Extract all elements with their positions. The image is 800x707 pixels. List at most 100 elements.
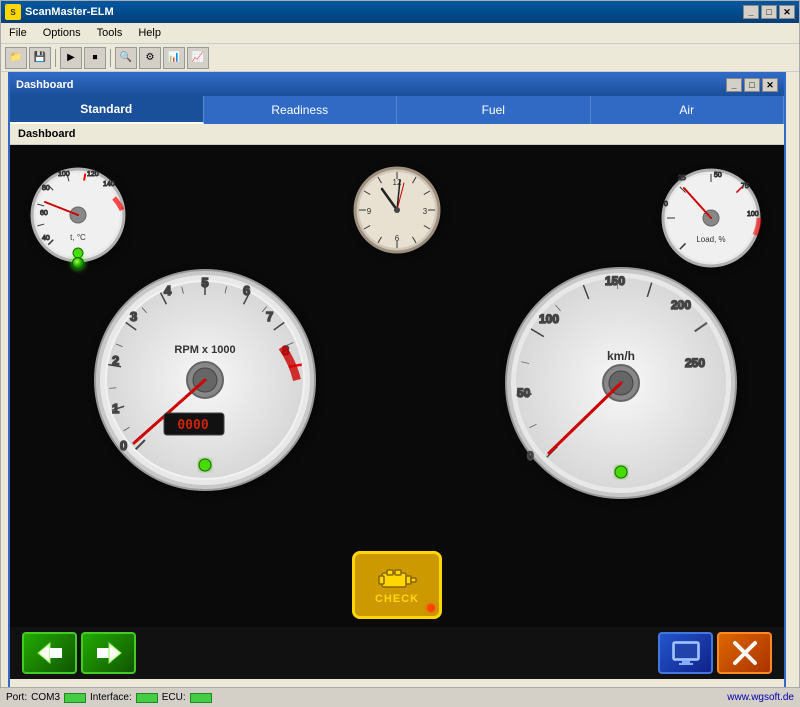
svg-text:t, °C: t, °C (70, 233, 86, 242)
svg-text:60: 60 (40, 210, 48, 217)
svg-text:0: 0 (664, 201, 668, 208)
inner-close-button[interactable]: ✕ (762, 78, 778, 92)
toolbar-btn-6[interactable]: ⚙ (139, 47, 161, 69)
port-label: Port: (6, 692, 27, 703)
tab-standard[interactable]: Standard (10, 96, 204, 124)
forward-button[interactable] (81, 632, 136, 674)
svg-text:100: 100 (539, 312, 559, 326)
close-x-icon (732, 640, 758, 666)
toolbar-btn-5[interactable]: 🔍 (115, 47, 137, 69)
ecu-label: ECU: (162, 692, 186, 703)
svg-text:3: 3 (130, 309, 137, 324)
svg-text:0: 0 (527, 449, 534, 463)
check-engine-box: CHECK (352, 551, 442, 619)
ecu-led (190, 693, 212, 703)
toolbar-btn-8[interactable]: 📈 (187, 47, 209, 69)
svg-text:2: 2 (112, 353, 119, 368)
tab-readiness[interactable]: Readiness (204, 96, 398, 124)
svg-text:0: 0 (120, 438, 127, 453)
toolbar-sep-2 (110, 49, 111, 67)
menu-tools[interactable]: Tools (93, 25, 127, 41)
back-button[interactable] (22, 632, 77, 674)
inner-title-text: Dashboard (16, 79, 726, 91)
menu-help[interactable]: Help (134, 25, 165, 41)
port-value: COM3 (31, 692, 60, 703)
toolbar-btn-1[interactable]: 📁 (5, 47, 27, 69)
port-led (64, 693, 86, 703)
svg-text:140: 140 (103, 181, 115, 188)
svg-text:12: 12 (393, 178, 402, 187)
svg-text:7: 7 (266, 309, 273, 324)
clock-gauge-container: 12 3 6 9 (352, 165, 442, 258)
svg-text:3: 3 (423, 207, 428, 216)
svg-text:km/h: km/h (607, 349, 635, 363)
content-label: Dashboard (10, 124, 784, 145)
svg-text:150: 150 (605, 274, 625, 288)
tabs: Standard Readiness Fuel Air (10, 96, 784, 124)
svg-text:120: 120 (87, 171, 99, 178)
check-engine-led (427, 604, 435, 612)
svg-text:1: 1 (112, 401, 119, 416)
svg-text:Load, %: Load, % (696, 235, 725, 244)
dashboard-content: 40 60 80 100 120 (10, 145, 784, 679)
inner-window: Dashboard _ □ ✕ Standard Readiness Fuel … (8, 72, 786, 690)
monitor-icon (671, 640, 701, 666)
svg-text:50: 50 (714, 172, 722, 179)
status-bar: Port: COM3 Interface: ECU: www.wgsoft.de (0, 687, 800, 707)
interface-label: Interface: (90, 692, 132, 703)
svg-text:250: 250 (685, 356, 705, 370)
svg-text:25: 25 (678, 175, 686, 182)
app-icon: S (5, 4, 21, 20)
check-label: CHECK (375, 593, 419, 605)
outer-maximize-button[interactable]: □ (761, 5, 777, 19)
toolbar-btn-4[interactable]: ⏹ (84, 47, 106, 69)
speed-gauge-container: 0 50 100 150 200 (499, 265, 744, 508)
right-buttons (658, 632, 772, 674)
outer-close-button[interactable]: ✕ (779, 5, 795, 19)
svg-text:9: 9 (367, 207, 372, 216)
svg-text:40: 40 (42, 235, 50, 242)
inner-minimize-button[interactable]: _ (726, 78, 742, 92)
svg-text:50: 50 (517, 386, 531, 400)
svg-text:6: 6 (395, 234, 400, 243)
svg-text:RPM x 1000: RPM x 1000 (174, 344, 235, 356)
toolbar-btn-7[interactable]: 📊 (163, 47, 185, 69)
bottom-bar (10, 627, 784, 679)
svg-text:4: 4 (164, 283, 172, 298)
temp-gauge-container: 40 60 80 100 120 (28, 160, 128, 273)
monitor-button[interactable] (658, 632, 713, 674)
inner-win-controls: _ □ ✕ (726, 78, 778, 92)
outer-win-controls: _ □ ✕ (743, 5, 795, 19)
website-text: www.wgsoft.de (727, 692, 794, 703)
menu-bar: File Options Tools Help (1, 23, 799, 44)
toolbar-sep-1 (55, 49, 56, 67)
svg-text:200: 200 (671, 298, 691, 312)
outer-title-bar: S ScanMaster-ELM _ □ ✕ (1, 1, 799, 23)
toolbar-btn-3[interactable]: ▶ (60, 47, 82, 69)
menu-options[interactable]: Options (39, 25, 85, 41)
back-arrow-icon (36, 641, 64, 665)
outer-minimize-button[interactable]: _ (743, 5, 759, 19)
outer-window: S ScanMaster-ELM _ □ ✕ File Options Tool… (0, 0, 800, 707)
tab-air[interactable]: Air (591, 96, 785, 124)
svg-text:100: 100 (747, 211, 759, 218)
svg-text:5: 5 (201, 275, 208, 290)
forward-arrow-icon (95, 641, 123, 665)
toolbar-btn-2[interactable]: 💾 (29, 47, 51, 69)
inner-maximize-button[interactable]: □ (744, 78, 760, 92)
svg-text:6: 6 (243, 283, 250, 298)
inner-title-bar: Dashboard _ □ ✕ (10, 74, 784, 96)
svg-text:0000: 0000 (177, 418, 208, 433)
load-gauge-container: 0 25 50 75 100 Load, % (656, 160, 766, 273)
toolbar: 📁 💾 ▶ ⏹ 🔍 ⚙ 📊 📈 (1, 44, 799, 72)
temp-gauge-led (72, 257, 84, 269)
tab-fuel[interactable]: Fuel (397, 96, 591, 124)
engine-icon (377, 565, 417, 593)
menu-file[interactable]: File (5, 25, 31, 41)
outer-title-text: ScanMaster-ELM (25, 6, 743, 18)
rpm-gauge-container: 0 1 2 3 4 (90, 265, 320, 498)
check-engine-container: CHECK (352, 551, 442, 619)
close-app-button[interactable] (717, 632, 772, 674)
interface-led (136, 693, 158, 703)
nav-buttons (22, 632, 136, 674)
